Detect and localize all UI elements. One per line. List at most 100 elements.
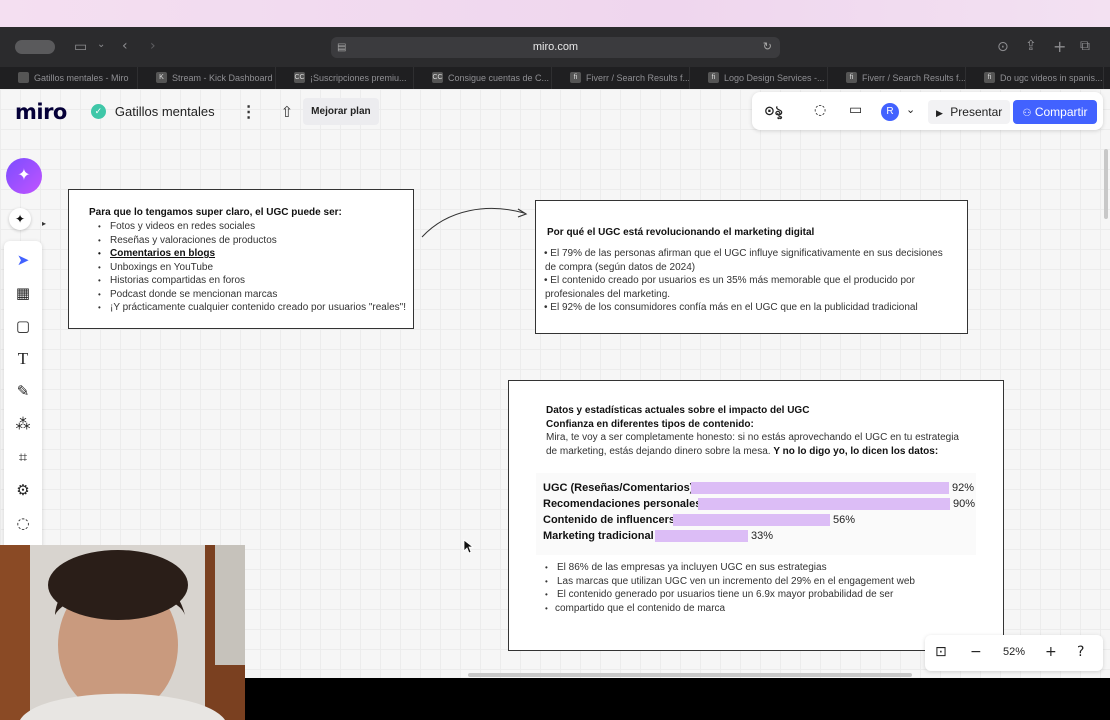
frame-icon[interactable]: ⌗ xyxy=(4,448,42,466)
export-icon[interactable]: ⇧ xyxy=(281,103,294,121)
chevron-down-icon[interactable]: ⌄ xyxy=(97,39,105,50)
browser-tab[interactable]: fi Logo Design Services -... xyxy=(690,67,828,89)
tab-label: Do ugc videos in spanis... xyxy=(1000,73,1103,83)
sticky-note-icon[interactable]: ▢ xyxy=(4,317,42,335)
ugc-type-list: Fotos y videos en redes sociales Reseñas… xyxy=(98,220,406,315)
forward-icon[interactable]: › xyxy=(150,38,156,54)
text-card-ugc-stats[interactable]: Datos y estadísticas actuales sobre el i… xyxy=(508,380,1004,651)
card-paragraph: de marketing, estás dejando dinero sobre… xyxy=(546,445,938,459)
expand-arrow-icon[interactable]: ▸ xyxy=(42,219,46,228)
browser-tab[interactable]: fi Do ugc videos in spanis... xyxy=(966,67,1104,89)
select-cursor-icon[interactable]: ➤ xyxy=(4,251,42,269)
list-item: ¡Y prácticamente cualquier contenido cre… xyxy=(98,301,406,315)
card-heading: Para que lo tengamos super claro, el UGC… xyxy=(89,207,342,218)
browser-tab[interactable]: CC Consigue cuentas de C... xyxy=(414,67,552,89)
bar-label: UGC (Reseñas/Comentarios) xyxy=(543,482,694,494)
list-item: • El 79% de las personas afirman que el … xyxy=(544,248,943,259)
tab-favicon-icon: fi xyxy=(570,72,581,83)
list-item-text: El 79% de las personas afirman que el UG… xyxy=(550,248,943,259)
fit-to-screen-icon[interactable]: ⊡ xyxy=(935,644,947,660)
tab-label: Consigue cuentas de C... xyxy=(448,73,550,83)
browser-tab[interactable]: Gatillos mentales - Miro xyxy=(0,67,138,89)
board-status-icon: ✓ xyxy=(90,104,106,119)
card-subheading: Confianza en diferentes tipos de conteni… xyxy=(546,419,754,430)
tab-favicon-icon: fi xyxy=(846,72,857,83)
browser-tab[interactable]: K Stream - Kick Dashboard xyxy=(138,67,276,89)
tab-label: Fiverr / Search Results f... xyxy=(586,73,690,83)
play-icon: ▶ xyxy=(936,108,943,118)
list-item: Historias compartidas en foros xyxy=(98,274,406,288)
zoom-in-icon[interactable]: + xyxy=(1045,644,1057,660)
avatar[interactable]: R xyxy=(881,103,899,121)
window-controls[interactable] xyxy=(15,40,55,54)
download-icon[interactable]: ⊙ xyxy=(997,39,1009,55)
comment-icon[interactable]: ◌ xyxy=(4,514,42,532)
miro-logo[interactable]: miro xyxy=(15,100,67,124)
board-title[interactable]: Gatillos mentales xyxy=(115,104,215,119)
bar-value-label: 92% xyxy=(952,482,975,494)
bar xyxy=(673,514,830,526)
page-menu-icon[interactable]: ▤ xyxy=(337,37,346,58)
tab-favicon-icon: fi xyxy=(984,72,995,83)
back-icon[interactable]: ‹ xyxy=(122,38,128,54)
more-options-icon[interactable]: ⋮ xyxy=(241,102,257,122)
help-icon[interactable]: ? xyxy=(1077,644,1084,660)
bar xyxy=(655,530,748,542)
share-label: Compartir xyxy=(1034,105,1088,119)
connector-arrow[interactable] xyxy=(418,201,534,241)
comments-icon[interactable]: ◌ xyxy=(814,102,826,118)
text-card-ugc-types[interactable]: Para que lo tengamos super claro, el UGC… xyxy=(68,189,414,329)
list-item: Podcast donde se mencionan marcas xyxy=(98,288,406,302)
video-call-icon[interactable]: ▭ xyxy=(849,102,862,118)
tab-label: ¡Suscripciones premiu... xyxy=(310,73,407,83)
mouse-cursor-icon xyxy=(463,539,475,554)
share-icon[interactable]: ⇪ xyxy=(1025,38,1037,54)
bar xyxy=(691,482,949,494)
sidebar-icon[interactable]: ▭ xyxy=(74,39,87,55)
browser-toolbar: ▭ ⌄ ‹ › ▤ miro.com ↻ ⊙ ⇪ + ⧉ xyxy=(0,27,1110,67)
tab-favicon-icon: CC xyxy=(432,72,443,83)
horizontal-scrollbar[interactable] xyxy=(468,673,912,677)
reload-icon[interactable]: ↻ xyxy=(763,37,772,58)
bar xyxy=(698,498,950,510)
card-heading: Datos y estadísticas actuales sobre el i… xyxy=(546,405,810,416)
list-item-cont: de compra (según datos de 2024) xyxy=(545,261,696,273)
list-item: Fotos y videos en redes sociales xyxy=(98,220,406,234)
tab-label: Logo Design Services -... xyxy=(724,73,825,83)
templates-icon[interactable]: ▦ xyxy=(4,284,42,302)
list-item-cont: profesionales del marketing. xyxy=(545,288,671,300)
browser-tab[interactable]: fi Fiverr / Search Results f... xyxy=(828,67,966,89)
text-card-why-ugc[interactable]: Por qué el UGC está revolucionando el ma… xyxy=(535,200,968,334)
paragraph-text: de marketing, estás dejando dinero sobre… xyxy=(546,446,771,457)
trust-bar-chart: UGC (Reseñas/Comentarios) 92% Recomendacio… xyxy=(536,473,976,555)
zoom-out-icon[interactable]: − xyxy=(970,644,982,660)
ai-assist-icon[interactable]: ✦ xyxy=(9,208,31,230)
address-bar[interactable]: ▤ miro.com ↻ xyxy=(331,37,780,58)
tab-favicon-icon xyxy=(18,72,29,83)
stats-list: El 86% de las empresas ya incluyen UGC e… xyxy=(545,561,915,615)
list-item: Las marcas que utilizan UGC ven un incre… xyxy=(545,575,915,589)
share-button[interactable]: ⚇ Compartir xyxy=(1013,100,1097,124)
browser-tab[interactable]: fi Fiverr / Search Results f... xyxy=(552,67,690,89)
screen: ▭ ⌄ ‹ › ▤ miro.com ↻ ⊙ ⇪ + ⧉ Gatillos me… xyxy=(0,0,1110,720)
bar-label: Contenido de influencers xyxy=(543,514,676,526)
upgrade-button[interactable]: Mejorar plan xyxy=(303,98,379,125)
zoom-level[interactable]: 52% xyxy=(1003,646,1025,658)
tab-overview-icon[interactable]: ⧉ xyxy=(1080,38,1090,54)
apps-icon[interactable]: ⚙ xyxy=(4,481,42,499)
ai-sparkle-button[interactable]: ✦ xyxy=(6,158,42,194)
bar-value-label: 56% xyxy=(833,514,856,526)
browser-tab[interactable]: CC ¡Suscripciones premiu... xyxy=(276,67,414,89)
chevron-down-icon[interactable]: ⌄ xyxy=(906,103,915,116)
pen-icon[interactable]: ✎ xyxy=(4,382,42,400)
list-item: compartido que el contenido de marca xyxy=(545,602,915,616)
reactions-icon[interactable]: ⊙ৡ xyxy=(764,102,783,123)
paragraph-bold: Y no lo digo yo, lo dicen los datos: xyxy=(773,446,939,457)
present-button[interactable]: ▶ Presentar xyxy=(928,100,1011,124)
list-item: • El contenido creado por usuarios es un… xyxy=(544,275,915,286)
vertical-scrollbar[interactable] xyxy=(1104,149,1108,219)
text-tool-icon[interactable]: T xyxy=(4,349,42,369)
shapes-icon[interactable]: ⁂ xyxy=(4,415,42,433)
new-tab-icon[interactable]: + xyxy=(1053,37,1066,56)
left-toolbar: ➤ ▦ ▢ T ✎ ⁂ ⌗ ⚙ ◌ xyxy=(4,241,42,551)
